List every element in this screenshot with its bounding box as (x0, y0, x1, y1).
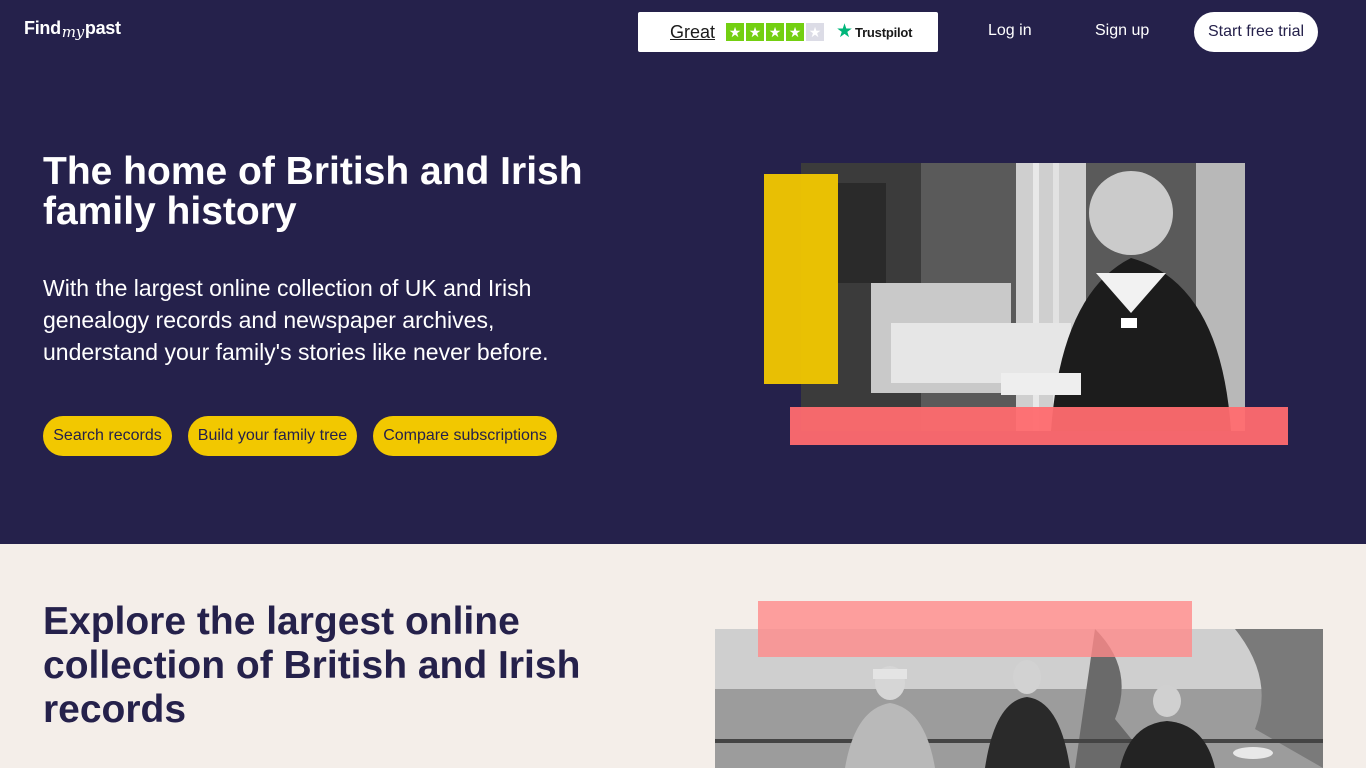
hero-subtitle: With the largest online collection of UK… (43, 275, 549, 365)
section-title: Explore the largest online collection of… (43, 600, 581, 731)
hero-title: The home of British and Irish family his… (43, 150, 583, 233)
login-link[interactable]: Log in (988, 22, 1032, 40)
decorative-yellow-block (764, 174, 838, 384)
trustpilot-widget[interactable]: Great ★ ★ ★ ★ ★ ★ Trustpilot (638, 12, 938, 52)
star-icon: ★ (746, 23, 764, 41)
compare-subscriptions-button[interactable]: Compare subscriptions (373, 416, 557, 456)
hero-photo (801, 163, 1245, 431)
build-family-tree-button[interactable]: Build your family tree (188, 416, 357, 456)
signup-link[interactable]: Sign up (1095, 22, 1149, 40)
star-icon: ★ (726, 23, 744, 41)
trustpilot-logo: ★ Trustpilot (836, 21, 913, 42)
star-icon: ★ (786, 23, 804, 41)
decorative-pink-block (790, 407, 1288, 445)
decorative-pink-block (758, 601, 1192, 657)
logo-my: my (61, 23, 84, 41)
search-records-button[interactable]: Search records (43, 416, 172, 456)
trustpilot-stars: ★ ★ ★ ★ ★ (726, 23, 824, 41)
logo-find: Find (24, 18, 61, 38)
findmypast-logo[interactable]: Findmypast (24, 18, 121, 41)
hero-image (764, 163, 1288, 445)
star-icon: ★ (766, 23, 784, 41)
hero-section: Findmypast Great ★ ★ ★ ★ ★ ★ Trustpilot … (0, 0, 1366, 544)
trustpilot-rating-label[interactable]: Great (670, 22, 715, 43)
star-empty-icon: ★ (806, 23, 824, 41)
trustpilot-brand: Trustpilot (855, 24, 913, 40)
start-free-trial-button[interactable]: Start free trial (1194, 12, 1318, 52)
trustpilot-star-icon: ★ (836, 21, 854, 42)
hero-photo-illustration (801, 163, 1245, 431)
logo-past: past (84, 18, 121, 38)
